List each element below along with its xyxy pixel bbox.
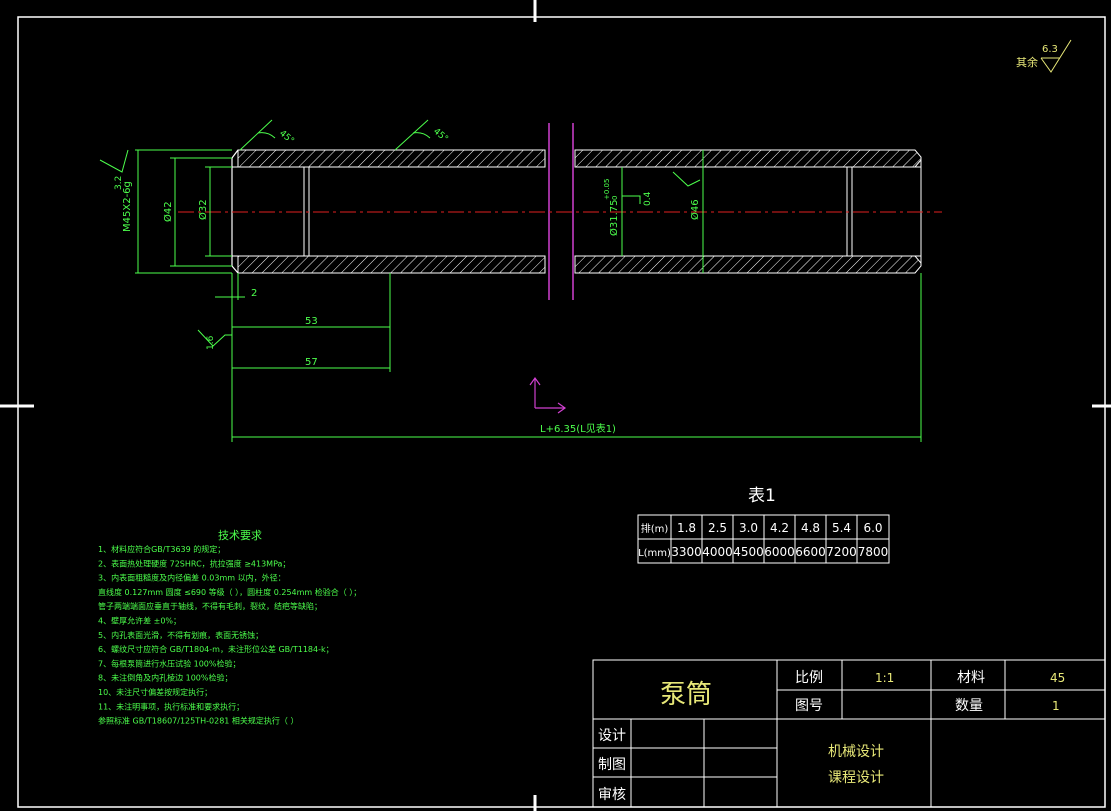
table-header-cell-5: 4.8: [801, 521, 820, 535]
table-header-cell-1: 1.8: [677, 521, 696, 535]
table-data-cell-7: 7800: [858, 545, 889, 559]
table-data-cell-0: L(mm): [638, 548, 671, 559]
design-label: 设计: [598, 728, 626, 744]
note-line: 3、内表面粗糙度及内径偏差 0.03mm 以内，外径：: [98, 573, 286, 583]
note-line: 7、每根泵筒进行水压试验 100%检验；: [98, 658, 241, 668]
total-length-dim: L+6.35(L见表1): [540, 422, 616, 435]
d31-tol-lower: 0: [611, 196, 619, 200]
part-name: 泵筒: [660, 680, 712, 710]
table-header-cell-3: 3.0: [739, 521, 758, 535]
chamfer-label-mid: 45°: [431, 127, 450, 145]
quantity-value: 1: [1052, 699, 1060, 713]
table-data-cell-6: 7200: [826, 545, 857, 559]
pipe-section-view: [178, 123, 942, 300]
note-line: 直线度 0.127mm 圆度 ≤690 等级（ ），圆柱度 0.254mm 检验…: [98, 587, 361, 597]
table-data-cell-4: 6000: [764, 545, 795, 559]
note-line: 6、螺纹尺寸应符合 GB/T1804-m，未注形位公差 GB/T1184-k；: [98, 644, 334, 654]
table-data-cell-2: 4000: [702, 545, 733, 559]
scale-label: 比例: [795, 670, 823, 686]
roughness-other-value: 6.3: [1042, 44, 1058, 55]
table-header-cell-7: 6.0: [863, 521, 882, 535]
table-header-cell-0: 排(m): [641, 522, 669, 535]
note-line: 11、未注明事项，执行标准和要求执行；: [98, 701, 244, 711]
course-line2: 课程设计: [828, 770, 884, 786]
d32-dim: Ø32: [197, 199, 209, 220]
drawing-no-label: 图号: [795, 698, 823, 714]
table-header-cell-2: 2.5: [708, 521, 727, 535]
roughness-other-label: 其余: [1016, 55, 1038, 69]
course-line1: 机械设计: [828, 744, 884, 760]
data-table: 排(m) 1.8 2.5 3.0 4.2 4.8 5.4 6.0 L(mm) 3300 4000 4…: [637, 514, 890, 564]
d42-dim: Ø42: [162, 201, 174, 222]
table-caption: 表1: [748, 486, 776, 506]
thread-rough: 3.2: [114, 176, 124, 190]
material-label: 材料: [957, 670, 985, 686]
draft-label: 制图: [598, 757, 626, 773]
table-header-cell-4: 4.2: [770, 521, 789, 535]
quantity-label: 数量: [955, 698, 983, 714]
chamfer-label-left: 45°: [277, 129, 296, 147]
note-line: 5、内孔表面光滑，不得有划痕，表面无锈蚀；: [98, 630, 263, 640]
notes-title: 技术要求: [218, 529, 262, 542]
note-line: 管子两端端面应垂直于轴线，不得有毛刺，裂纹，结疤等缺陷；: [98, 601, 322, 611]
dim-57: 57: [305, 357, 318, 368]
note-line: 4、壁厚允许差 ±0%；: [98, 616, 181, 626]
note-line: 8、未注倒角及内孔棱边 100%检验；: [98, 673, 233, 683]
roughness-symbol-general: 其余 6.3: [1016, 39, 1072, 73]
table-header-cell-6: 5.4: [832, 521, 851, 535]
ucs-icon: [529, 376, 567, 414]
chamfer-annotations: [239, 119, 431, 151]
note-line: 1、材料应符合GB/T3639 的规定；: [98, 544, 225, 554]
d46-dim: Ø46: [689, 199, 701, 220]
review-label: 审核: [598, 787, 626, 803]
note-line: 2、表面热处理硬度 72SHRC，抗拉强度 ≥413MPa；: [98, 558, 290, 568]
dim-53: 53: [305, 316, 318, 327]
notes-list: 1、材料应符合GB/T3639 的规定； 2、表面热处理硬度 72SHRC，抗拉强…: [98, 544, 361, 726]
note-line: 10、未注尺寸偏差按规定执行；: [98, 687, 212, 697]
note-line: 参照标准 GB/T18607/125TH-0281 相关规定执行（ ）: [98, 716, 298, 726]
drawing-canvas: 其余 6.3 45° 45° M45X2-6g 3.2 Ø42 Ø32 Ø31.…: [0, 0, 1111, 811]
scale-value: 1:1: [875, 671, 894, 685]
table-data-cell-1: 3300: [671, 545, 702, 559]
material-value: 45: [1050, 671, 1065, 685]
rough-16: 1.6: [206, 335, 216, 350]
d31-dim: Ø31.75: [608, 200, 620, 237]
dim-2: 2: [251, 288, 257, 299]
table-data-cell-3: 4500: [733, 545, 764, 559]
table-data-cell-5: 6600: [795, 545, 826, 559]
d31-tol-upper: +0.05: [603, 179, 611, 200]
d31-rough: 0.4: [643, 191, 653, 206]
